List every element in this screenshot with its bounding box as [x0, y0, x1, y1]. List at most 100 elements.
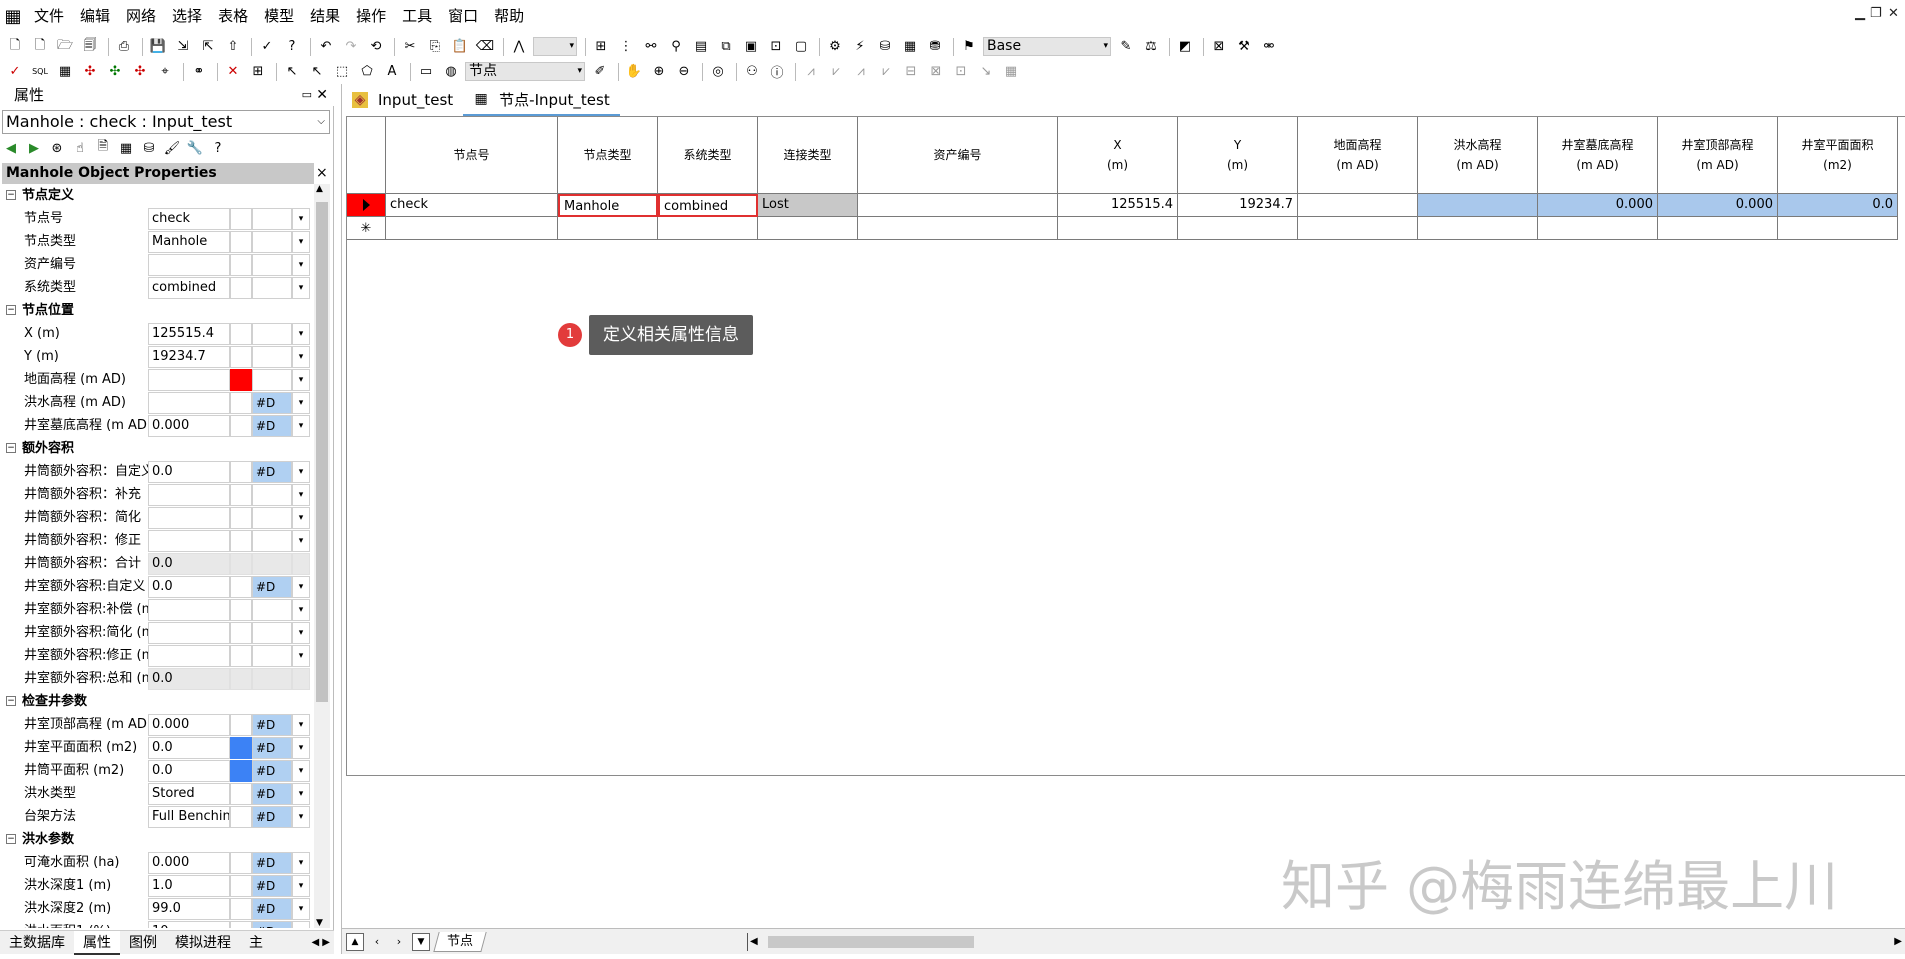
new-row-cell[interactable]: [1658, 217, 1778, 240]
prop-value[interactable]: combined: [148, 277, 230, 299]
prop-value[interactable]: [148, 254, 230, 276]
new-row-cell[interactable]: [1418, 217, 1538, 240]
chevron-down-icon[interactable]: ▾: [292, 415, 310, 437]
prop-value[interactable]: [148, 392, 230, 414]
merge-icon[interactable]: ⚮: [1258, 36, 1280, 58]
prop-value[interactable]: 99.0: [148, 898, 230, 920]
style-combo[interactable]: ▾: [533, 37, 577, 56]
col-system-type[interactable]: 系统类型: [658, 117, 758, 194]
prop-flag[interactable]: #D: [252, 783, 292, 805]
chevron-down-icon[interactable]: ▾: [292, 622, 310, 644]
category-node-definition[interactable]: − 节点定义: [2, 184, 312, 207]
prop-flag[interactable]: [252, 323, 292, 345]
prop-value[interactable]: 125515.4: [148, 323, 230, 345]
new-row-cell[interactable]: [858, 217, 1058, 240]
new-row-cell[interactable]: [1298, 217, 1418, 240]
new-row-icon[interactable]: ✳: [347, 217, 386, 240]
col-node-type[interactable]: 节点类型: [558, 117, 658, 194]
chevron-down-icon[interactable]: ▾: [292, 323, 310, 345]
import-icon[interactable]: ⇲: [172, 36, 194, 58]
upstream-trace-icon[interactable]: ⩘: [850, 61, 872, 83]
thematic-icon[interactable]: ⊟: [900, 61, 922, 83]
prop-value[interactable]: [148, 507, 230, 529]
prop-value[interactable]: [148, 484, 230, 506]
cell-asset-id[interactable]: [858, 194, 1058, 217]
scenario-edit-icon[interactable]: ✎: [1115, 36, 1137, 58]
prop-value[interactable]: 0.0: [148, 576, 230, 598]
prop-flag[interactable]: #D: [252, 415, 292, 437]
prop-flag[interactable]: #D: [252, 760, 292, 782]
chevron-down-icon[interactable]: ▾: [292, 714, 310, 736]
prop-flag[interactable]: [252, 599, 292, 621]
col-chamber-area[interactable]: 井室平面面积 (m2): [1778, 117, 1898, 194]
collapse-icon[interactable]: −: [6, 834, 16, 844]
scroll-right-icon[interactable]: ▶: [1894, 933, 1902, 951]
new-row-cell[interactable]: [1178, 217, 1298, 240]
category-manhole-params[interactable]: − 检查井参数: [2, 690, 312, 713]
back-icon[interactable]: ◀: [2, 139, 20, 157]
tree-icon[interactable]: ⋮: [615, 36, 637, 58]
prop-value[interactable]: 0.0: [148, 760, 230, 782]
prop-value[interactable]: [148, 645, 230, 667]
tab-properties[interactable]: 属性: [74, 930, 120, 955]
commit-icon[interactable]: ⇧: [222, 36, 244, 58]
sql-icon[interactable]: SQL: [29, 61, 51, 83]
prop-value[interactable]: [148, 622, 230, 644]
menu-file[interactable]: 文件: [26, 0, 72, 33]
info-icon[interactable]: ⓘ: [766, 61, 788, 83]
prop-flag[interactable]: #D: [252, 852, 292, 874]
map-icon[interactable]: ⊡: [765, 36, 787, 58]
hint-icon[interactable]: ?: [209, 139, 227, 157]
panel-close-icon[interactable]: ✕: [316, 84, 328, 106]
scroll-thumb[interactable]: [316, 202, 328, 702]
check-icon[interactable]: ✓: [4, 61, 26, 83]
chevron-down-icon[interactable]: ▾: [292, 806, 310, 828]
object-type-combo[interactable]: 节点 ▾: [465, 62, 585, 81]
chevron-down-icon[interactable]: ▾: [292, 783, 310, 805]
object-nav-icon[interactable]: ⊛: [48, 139, 66, 157]
poly-select-icon[interactable]: ⬠: [356, 61, 378, 83]
notes-icon[interactable]: 🗎: [94, 139, 112, 157]
open-icon[interactable]: 🗁: [54, 36, 76, 58]
prop-value[interactable]: 0.000: [148, 852, 230, 874]
arrow-tool-icon[interactable]: ↘: [975, 61, 997, 83]
prop-value[interactable]: 19234.7: [148, 346, 230, 368]
measure-icon[interactable]: ⊡: [950, 61, 972, 83]
pointer-alt-icon[interactable]: ↖: [306, 61, 328, 83]
grid-props-icon[interactable]: ▦: [117, 139, 135, 157]
tab-more[interactable]: 主: [240, 931, 272, 955]
globe-icon[interactable]: ◍: [440, 61, 462, 83]
menu-window[interactable]: 窗口: [440, 0, 486, 33]
chevron-down-icon[interactable]: ▾: [292, 737, 310, 759]
prop-flag[interactable]: [252, 277, 292, 299]
new-row-cell[interactable]: [386, 217, 558, 240]
zoom-in-icon[interactable]: ⊕: [648, 61, 670, 83]
col-node-id[interactable]: 节点号: [386, 117, 558, 194]
undo-icon[interactable]: ↶: [315, 36, 337, 58]
prop-flag[interactable]: #D: [252, 898, 292, 920]
profile-icon[interactable]: ⩘: [800, 61, 822, 83]
new-row-cell[interactable]: [658, 217, 758, 240]
sheet-tab-nodes[interactable]: 节点: [433, 931, 487, 952]
prop-value[interactable]: [148, 599, 230, 621]
prop-value[interactable]: Full Benching: [148, 806, 230, 828]
prop-flag[interactable]: #D: [252, 806, 292, 828]
pan-icon[interactable]: ✋: [623, 61, 645, 83]
prop-value[interactable]: 1.0: [148, 875, 230, 897]
scenario-select-icon[interactable]: ⚑: [958, 36, 980, 58]
restore-icon[interactable]: ❐: [1870, 6, 1882, 21]
menu-edit[interactable]: 编辑: [72, 0, 118, 33]
row-header[interactable]: [347, 194, 386, 217]
select-upstream-icon[interactable]: ✣: [104, 61, 126, 83]
copy-icon[interactable]: ⎘: [424, 36, 446, 58]
pick-object-icon[interactable]: ☝: [71, 139, 89, 157]
cell-chamber-area[interactable]: 0.0: [1778, 194, 1898, 217]
close-icon[interactable]: ✕: [1888, 6, 1899, 21]
new-row-cell[interactable]: [558, 217, 658, 240]
scenario-combo[interactable]: Base ▾: [983, 37, 1111, 56]
chevron-down-icon[interactable]: ▾: [292, 254, 310, 276]
chevron-down-icon[interactable]: ▾: [292, 760, 310, 782]
menu-help[interactable]: 帮助: [486, 0, 532, 33]
chevron-down-icon[interactable]: ▾: [292, 392, 310, 414]
new-row-cell[interactable]: [1778, 217, 1898, 240]
